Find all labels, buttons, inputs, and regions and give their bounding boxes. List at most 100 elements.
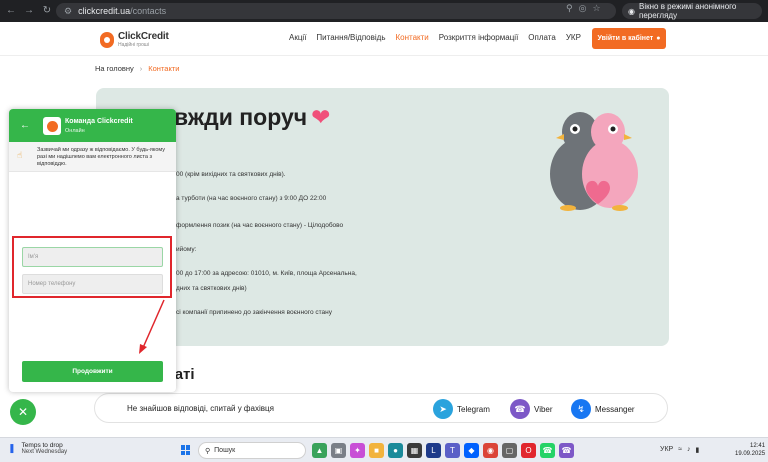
input-language[interactable]: УКР <box>660 446 673 454</box>
telegram-icon: ➤ <box>433 399 453 419</box>
chat-status: Онлайн <box>65 128 85 134</box>
app-icon[interactable]: ▢ <box>502 443 517 458</box>
viber-label: Viber <box>534 404 553 414</box>
contact-line: 00 до 17:00 за адресою: 01010, м. Київ, … <box>176 270 357 277</box>
logo[interactable]: ClickCredit Надійні гроші <box>100 31 169 48</box>
contact-line: формлення позик (на час воєнного стану) … <box>176 222 344 229</box>
browser-toolbar: ← → ↻ ⚙ clickcredit.ua/contacts ⚲ ◎ ☆ ◉ … <box>0 0 768 22</box>
site-info-icon[interactable]: ⚙ <box>64 6 72 17</box>
back-icon[interactable]: ← <box>4 4 18 18</box>
search-icon: ⚲ <box>205 447 211 455</box>
contacts-heading: вжди поруч ❤ <box>174 104 331 130</box>
contact-line: ийому: <box>176 246 197 253</box>
telegram-button[interactable]: ➤ Telegram <box>433 399 490 419</box>
dropbox-icon[interactable]: ◆ <box>464 443 479 458</box>
weather-title: Temps to drop <box>21 442 63 449</box>
messenger-icon: ↯ <box>571 399 591 419</box>
site-header: ClickCredit Надійні гроші Акції Питання/… <box>0 22 768 56</box>
weather-widget[interactable]: ❚ Temps to drop Next Wednesday <box>8 442 67 455</box>
user-icon: ● <box>656 35 661 42</box>
login-cabinet-label: Увійти в кабінет <box>597 35 654 42</box>
reply-notice: ☝ Зазвичай ми одразу ж відповідаємо. У б… <box>9 142 176 172</box>
weather-subtitle: Next Wednesday <box>21 449 68 455</box>
thermometer-icon: ❚ <box>8 443 16 453</box>
messenger-button[interactable]: ↯ Messanger <box>571 399 635 419</box>
teams-icon[interactable]: T <box>445 443 460 458</box>
star-icon[interactable]: ☆ <box>592 3 600 14</box>
contact-line: дних та святкових днів) <box>176 285 247 292</box>
breadcrumb: На головну › Контакти <box>95 64 179 73</box>
store-icon[interactable]: ▦ <box>407 443 422 458</box>
file-explorer-icon[interactable]: ■ <box>369 443 384 458</box>
clock-date: 19.09.2025 <box>735 451 766 457</box>
hand-icon: ☝ <box>17 150 23 160</box>
chat-widget: ← Команда Clickcredit Онлайн ☝ Зазвичай … <box>9 109 176 392</box>
menu-item-promos[interactable]: Акції <box>289 33 306 42</box>
reload-icon[interactable]: ↻ <box>40 4 54 18</box>
login-cabinet-button[interactable]: Увійти в кабінет ● <box>592 28 666 49</box>
incognito-icon: ◉ <box>628 6 635 16</box>
continue-button[interactable]: Продовжити <box>22 361 163 382</box>
task-view-icon[interactable]: ▣ <box>331 443 346 458</box>
logo-name: ClickCredit <box>118 31 169 42</box>
l-app-icon[interactable]: L <box>426 443 441 458</box>
windows-start-icon[interactable] <box>181 445 191 455</box>
taskbar-search[interactable]: ⚲ Пошук <box>198 442 306 459</box>
contact-line: сі компанії припинено до закінчення воєн… <box>176 309 332 316</box>
name-input[interactable]: Ім'я <box>22 247 163 267</box>
arrow-left-icon[interactable]: ← <box>20 120 30 131</box>
widget-app-icon[interactable]: ▲ <box>312 443 327 458</box>
address-bar[interactable]: ⚙ clickcredit.ua/contacts <box>56 3 616 19</box>
close-icon: ✕ <box>17 405 29 419</box>
opera-icon[interactable]: O <box>521 443 536 458</box>
menu-item-faq[interactable]: Питання/Відповідь <box>316 33 385 42</box>
menu-item-contacts[interactable]: Контакти <box>395 33 428 42</box>
volume-icon[interactable]: ♪ <box>687 446 691 454</box>
incognito-badge[interactable]: ◉ Вікно в режимі анонімного перегляду <box>622 2 762 20</box>
viber-button[interactable]: ☎ Viber <box>510 399 553 419</box>
battery-icon[interactable]: ▮ <box>696 446 700 454</box>
messenger-label: Messanger <box>595 404 635 414</box>
clock-time: 12:41 <box>750 443 766 449</box>
chat-team-title: Команда Clickcredit <box>65 118 133 125</box>
contacts-card: вжди поруч ❤ 00 (крім вихідних та святков… <box>96 88 669 346</box>
telegram-label: Telegram <box>457 404 490 414</box>
ask-specialist-text: Не знайшов відповіді, спитай у фахівця <box>127 404 274 413</box>
taskbar-apps: ▲ ▣ ✦ ■ ● ▦ L T ◆ ◉ ▢ O ☎ ☎ <box>312 443 574 458</box>
incognito-label: Вікно в режимі анонімного перегляду <box>638 2 737 20</box>
language-switch[interactable]: УКР <box>566 33 581 42</box>
menu-item-payment[interactable]: Оплата <box>528 33 556 42</box>
search-icon[interactable]: ⚲ <box>566 3 573 14</box>
chevron-right-icon: › <box>139 64 143 73</box>
wifi-icon[interactable]: ≈ <box>678 446 682 454</box>
viber-icon: ☎ <box>510 399 530 419</box>
breadcrumb-home[interactable]: На головну <box>95 64 134 73</box>
pigeons-illustration <box>550 112 638 211</box>
heart-icon: ❤ <box>311 104 331 130</box>
taskbar-search-label: Пошук <box>214 447 236 454</box>
url-text: clickcredit.ua/contacts <box>78 6 167 16</box>
eye-off-icon[interactable]: ◎ <box>579 3 587 14</box>
forward-icon[interactable]: → <box>22 4 36 18</box>
contact-line: 00 (крім вихідних та святкових днів). <box>176 171 286 178</box>
menu-item-disclosure[interactable]: Розкриття інформації <box>439 33 519 42</box>
breadcrumb-current: Контакти <box>148 64 180 73</box>
logo-icon <box>100 31 114 48</box>
close-chat-button[interactable]: ✕ <box>10 399 36 425</box>
chrome-icon[interactable]: ◉ <box>483 443 498 458</box>
taskbar: ❚ Temps to drop Next Wednesday ⚲ Пошук ▲… <box>0 437 768 462</box>
logo-tagline: Надійні гроші <box>118 42 149 48</box>
screen: ← → ↻ ⚙ clickcredit.ua/contacts ⚲ ◎ ☆ ◉ … <box>0 0 768 462</box>
team-avatar <box>43 117 61 135</box>
main-menu: Акції Питання/Відповідь Контакти Розкрит… <box>289 33 591 42</box>
clock[interactable]: 12:41 19.09.2025 <box>735 442 765 458</box>
phone-input[interactable]: Номер телефону <box>22 274 163 294</box>
viber-taskbar-icon[interactable]: ☎ <box>559 443 574 458</box>
whatsapp-icon[interactable]: ☎ <box>540 443 555 458</box>
reply-notice-text: Зазвичай ми одразу ж відповідаємо. У буд… <box>37 147 166 167</box>
ask-specialist-bar: Не знайшов відповіді, спитай у фахівця ➤… <box>94 393 668 423</box>
copilot-icon[interactable]: ✦ <box>350 443 365 458</box>
edge-icon[interactable]: ● <box>388 443 403 458</box>
chat-widget-header: ← Команда Clickcredit Онлайн <box>9 109 176 142</box>
contact-line: а турботи (на час воєнного стану) з 9:00… <box>176 195 327 202</box>
